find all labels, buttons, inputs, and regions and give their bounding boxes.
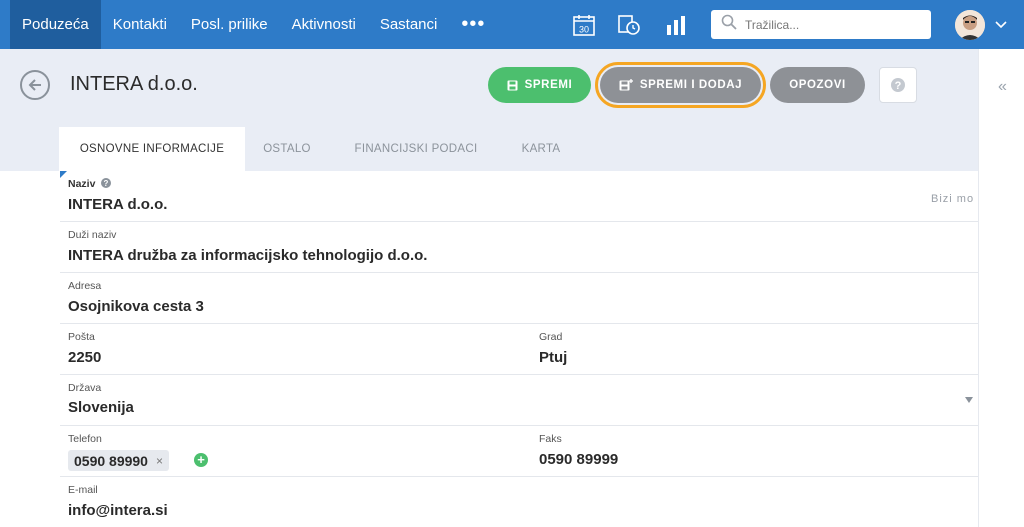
nav-item-kontakti[interactable]: Kontakti <box>101 0 179 49</box>
cancel-button-label: OPOZOVI <box>789 79 846 91</box>
search-input[interactable] <box>745 17 915 32</box>
duzi-naziv-label: Duži naziv <box>68 229 117 241</box>
posta-label: Pošta <box>68 331 95 343</box>
field-divider <box>60 323 978 324</box>
page-title: INTERA d.o.o. <box>70 73 198 95</box>
dropdown-arrow-icon[interactable] <box>965 397 973 403</box>
email-label: E-mail <box>68 484 98 496</box>
search-icon <box>721 14 737 35</box>
chevron-down-icon[interactable] <box>994 17 1008 31</box>
help-icon[interactable]: ? <box>101 178 112 188</box>
faks-label: Faks <box>539 433 562 445</box>
back-button[interactable] <box>20 70 50 100</box>
nav-item-posl-prilike[interactable]: Posl. prilike <box>179 0 280 49</box>
grad-value[interactable]: Ptuj <box>539 349 567 366</box>
user-avatar[interactable] <box>955 10 985 40</box>
floppy-disk-icon <box>507 80 518 90</box>
add-phone-icon[interactable]: + <box>194 453 208 467</box>
remove-icon[interactable]: × <box>156 454 163 468</box>
help-button[interactable]: ? <box>879 67 917 103</box>
calendar-clock-icon[interactable] <box>616 12 642 38</box>
field-divider <box>60 272 978 273</box>
tab-osnovne-informacije[interactable]: OSNOVNE INFORMACIJE <box>59 127 245 171</box>
grad-label: Grad <box>539 331 563 343</box>
double-chevron-left-icon[interactable]: « <box>998 78 1007 96</box>
search-box[interactable] <box>711 10 931 39</box>
naziv-value[interactable]: INTERA d.o.o. <box>68 196 167 213</box>
floppy-disk-plus-icon <box>619 79 633 91</box>
save-button[interactable]: SPREMI <box>488 67 591 103</box>
drzava-select[interactable]: Slovenija <box>68 399 134 416</box>
tab-financijski-podaci[interactable]: FINANCIJSKI PODACI <box>345 127 487 171</box>
save-and-add-button[interactable]: SPREMI I DODAJ <box>600 67 761 103</box>
bizi-mode-label[interactable]: Bizi mo <box>931 193 978 205</box>
arrow-left-icon <box>28 79 41 91</box>
calendar-icon[interactable]: 30 <box>571 12 597 38</box>
telefon-chip[interactable]: 0590 89990 × <box>68 450 169 471</box>
save-and-add-button-label: SPREMI I DODAJ <box>639 79 743 91</box>
more-nav-icon[interactable]: ••• <box>449 0 497 49</box>
telefon-label: Telefon <box>68 433 102 445</box>
save-button-label: SPREMI <box>524 79 573 91</box>
adresa-label: Adresa <box>68 280 102 292</box>
nav-item-aktivnosti[interactable]: Aktivnosti <box>280 0 368 49</box>
posta-value[interactable]: 2250 <box>68 349 101 366</box>
bar-chart-icon[interactable] <box>663 12 689 38</box>
help-icon: ? <box>891 78 905 92</box>
nav-item-poduzeca[interactable]: Poduzeća <box>10 0 101 49</box>
adresa-value[interactable]: Osojnikova cesta 3 <box>68 298 204 315</box>
active-field-marker <box>60 171 67 178</box>
svg-text:?: ? <box>895 80 902 92</box>
field-divider <box>60 476 978 477</box>
cancel-button[interactable]: OPOZOVI <box>770 67 865 103</box>
tab-ostalo[interactable]: OSTALO <box>250 127 324 171</box>
field-divider <box>60 221 978 222</box>
tab-karta[interactable]: KARTA <box>510 127 572 171</box>
nav-item-sastanci[interactable]: Sastanci <box>368 0 450 49</box>
naziv-label: Naziv ? <box>68 178 112 190</box>
calendar-day-number: 30 <box>579 25 589 35</box>
email-value[interactable]: info@intera.si <box>68 502 168 519</box>
telefon-value: 0590 89990 <box>74 452 148 469</box>
faks-value[interactable]: 0590 89999 <box>539 451 618 468</box>
field-divider <box>60 374 978 375</box>
drzava-label: Država <box>68 382 102 394</box>
right-side-panel <box>978 49 1024 527</box>
svg-text:?: ? <box>104 179 109 188</box>
duzi-naziv-value[interactable]: INTERA družba za informacijsko tehnologi… <box>68 247 427 264</box>
field-divider <box>60 425 978 426</box>
